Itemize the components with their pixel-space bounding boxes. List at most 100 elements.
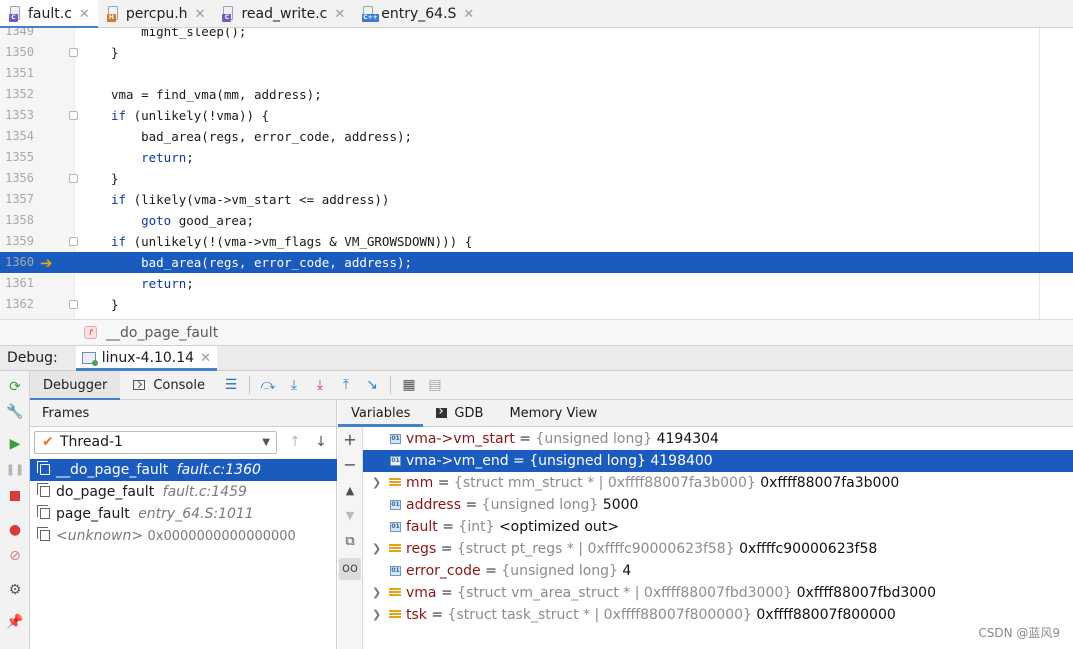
- frame-row[interactable]: <unknown> 0x0000000000000000: [30, 525, 337, 547]
- variable-row[interactable]: 01 address = {unsigned long} 5000: [363, 494, 1073, 516]
- fold-marker-icon[interactable]: [69, 237, 78, 246]
- add-watch-icon[interactable]: +: [339, 429, 361, 451]
- table-icon[interactable]: ▦: [398, 374, 420, 396]
- line-number[interactable]: 1350: [0, 42, 34, 63]
- tab-memory-view[interactable]: Memory View: [496, 400, 610, 426]
- debug-tool-window-header: Debug: linux-4.10.14 ✕: [0, 345, 1073, 371]
- pause-icon[interactable]: ❚❚: [4, 459, 26, 481]
- fold-marker-icon[interactable]: [69, 300, 78, 309]
- debug-session-tab[interactable]: linux-4.10.14 ✕: [75, 345, 218, 371]
- variable-row[interactable]: ❯ vma = {struct vm_area_struct * | 0xffff…: [363, 582, 1073, 604]
- move-up-icon[interactable]: ▲: [339, 480, 361, 502]
- frame-row[interactable]: __do_page_fault fault.c:1360: [30, 459, 337, 481]
- variable-row[interactable]: ❯ tsk = {struct task_struct * | 0xffff880…: [363, 604, 1073, 626]
- code-line[interactable]: 1358 goto good_area;: [0, 210, 1073, 231]
- variable-row[interactable]: 01 vma->vm_start = {unsigned long} 419430…: [363, 428, 1073, 450]
- force-step-into-icon[interactable]: ⤓: [309, 374, 331, 396]
- line-number[interactable]: 1358: [0, 210, 34, 231]
- line-number[interactable]: 1355: [0, 147, 34, 168]
- tab-debugger[interactable]: Debugger: [30, 370, 121, 401]
- code-line[interactable]: 1361 return;: [0, 273, 1073, 294]
- code-line[interactable]: 1357 if (likely(vma->vm_start <= address)…: [0, 189, 1073, 210]
- code-line[interactable]: 1359 if (unlikely(!(vma->vm_flags & VM_GR…: [0, 231, 1073, 252]
- close-icon[interactable]: ✕: [195, 7, 206, 22]
- frame-row[interactable]: do_page_fault fault.c:1459: [30, 481, 337, 503]
- variables-panel: Variables GDB Memory View + − ▲ ▼ ⧉ oo 0…: [338, 400, 1073, 649]
- glasses-icon[interactable]: oo: [339, 558, 361, 580]
- copy-icon[interactable]: ⧉: [339, 531, 361, 553]
- tab-entry-64-s[interactable]: C++ entry_64.S ✕: [353, 0, 482, 28]
- line-number[interactable]: 1356: [0, 168, 34, 189]
- expand-arrow-icon[interactable]: ❯: [372, 472, 381, 494]
- fold-marker-icon[interactable]: [69, 48, 78, 57]
- tab-percpu-h[interactable]: H percpu.h ✕: [98, 0, 214, 28]
- expand-arrow-icon[interactable]: ❯: [372, 604, 381, 626]
- tab-read-write-c[interactable]: C read_write.c ✕: [213, 0, 353, 28]
- variable-row[interactable]: ❯ mm = {struct mm_struct * | 0xffff88007f…: [363, 472, 1073, 494]
- fold-marker-icon[interactable]: [69, 111, 78, 120]
- frame-name: <unknown>: [56, 528, 144, 544]
- tab-console[interactable]: Console: [120, 371, 218, 400]
- line-number[interactable]: 1361: [0, 273, 34, 294]
- code-line[interactable]: 1360 bad_area(regs, error_code, address)…: [0, 252, 1073, 273]
- line-number[interactable]: 1357: [0, 189, 34, 210]
- code-editor[interactable]: 1349 might_sleep(); 1350} 1351 1352 vma = fi…: [0, 28, 1073, 319]
- step-out-icon[interactable]: ⤒: [335, 374, 357, 396]
- view-breakpoints-icon[interactable]: ●: [4, 519, 26, 541]
- move-down-icon[interactable]: ▼: [339, 505, 361, 527]
- line-number[interactable]: 1351: [0, 63, 34, 84]
- line-number[interactable]: 1362: [0, 294, 34, 315]
- line-number[interactable]: 1353: [0, 105, 34, 126]
- code-line[interactable]: 1356}: [0, 168, 1073, 189]
- next-frame-icon[interactable]: ↓: [311, 431, 331, 453]
- code-line[interactable]: 1350}: [0, 42, 1073, 63]
- variable-row[interactable]: 01 fault = {int} <optimized out>: [363, 516, 1073, 538]
- breadcrumb-function[interactable]: __do_page_fault: [106, 325, 218, 341]
- code-line[interactable]: 1362}: [0, 294, 1073, 315]
- run-to-cursor-icon[interactable]: ↘: [361, 374, 383, 396]
- code-line[interactable]: 1352 vma = find_vma(mm, address);: [0, 84, 1073, 105]
- variable-row[interactable]: 01 error_code = {unsigned long} 4: [363, 560, 1073, 582]
- resume-icon[interactable]: ▶: [4, 433, 26, 455]
- rerun-icon[interactable]: ⟳: [4, 376, 26, 398]
- variable-type: {unsigned long}: [501, 563, 618, 579]
- code-line[interactable]: 1353 if (unlikely(!vma)) {: [0, 105, 1073, 126]
- stop-icon[interactable]: [4, 485, 26, 507]
- code-line[interactable]: 1349 might_sleep();: [0, 28, 1073, 42]
- close-icon[interactable]: ✕: [79, 7, 90, 22]
- expand-arrow-icon[interactable]: ❯: [372, 582, 381, 604]
- variable-value: 4: [622, 563, 632, 579]
- line-number[interactable]: 1360: [0, 252, 34, 273]
- expand-arrow-icon[interactable]: ❯: [372, 538, 381, 560]
- line-number[interactable]: 1349: [0, 28, 34, 42]
- variable-name: vma->vm_start: [406, 431, 515, 447]
- close-icon[interactable]: ✕: [200, 351, 211, 366]
- fold-marker-icon[interactable]: [69, 174, 78, 183]
- close-icon[interactable]: ✕: [463, 7, 474, 22]
- variable-row[interactable]: 01 vma->vm_end = {unsigned long} 4198400: [363, 450, 1073, 472]
- tab-variables[interactable]: Variables: [338, 400, 424, 427]
- gear-icon[interactable]: ⚙: [4, 579, 26, 601]
- tab-gdb[interactable]: GDB: [423, 400, 496, 426]
- previous-frame-icon[interactable]: ↑: [285, 431, 305, 453]
- code-line[interactable]: 1355 return;: [0, 147, 1073, 168]
- pin-icon[interactable]: 📌: [4, 611, 26, 633]
- step-over-icon[interactable]: ⤼: [257, 374, 279, 396]
- memory-icon[interactable]: ▤: [424, 374, 446, 396]
- line-number[interactable]: 1354: [0, 126, 34, 147]
- step-into-icon[interactable]: ⤓: [283, 374, 305, 396]
- code-line[interactable]: 1351: [0, 63, 1073, 84]
- thread-select[interactable]: ✔ Thread-1 ▼: [34, 431, 277, 454]
- settings-wrench-icon[interactable]: 🔧: [4, 401, 26, 423]
- close-icon[interactable]: ✕: [334, 7, 345, 22]
- variable-row[interactable]: ❯ regs = {struct pt_regs * | 0xffffc90000…: [363, 538, 1073, 560]
- variables-side-toolbar: + − ▲ ▼ ⧉ oo: [338, 427, 363, 649]
- frame-row[interactable]: page_fault entry_64.S:1011: [30, 503, 337, 525]
- mute-breakpoints-icon[interactable]: ⊘: [4, 545, 26, 567]
- code-line[interactable]: 1354 bad_area(regs, error_code, address)…: [0, 126, 1073, 147]
- line-number[interactable]: 1352: [0, 84, 34, 105]
- tab-fault-c[interactable]: C fault.c ✕: [0, 0, 98, 29]
- line-number[interactable]: 1359: [0, 231, 34, 252]
- layout-icon[interactable]: ☰: [220, 374, 242, 396]
- remove-watch-icon[interactable]: −: [339, 454, 361, 476]
